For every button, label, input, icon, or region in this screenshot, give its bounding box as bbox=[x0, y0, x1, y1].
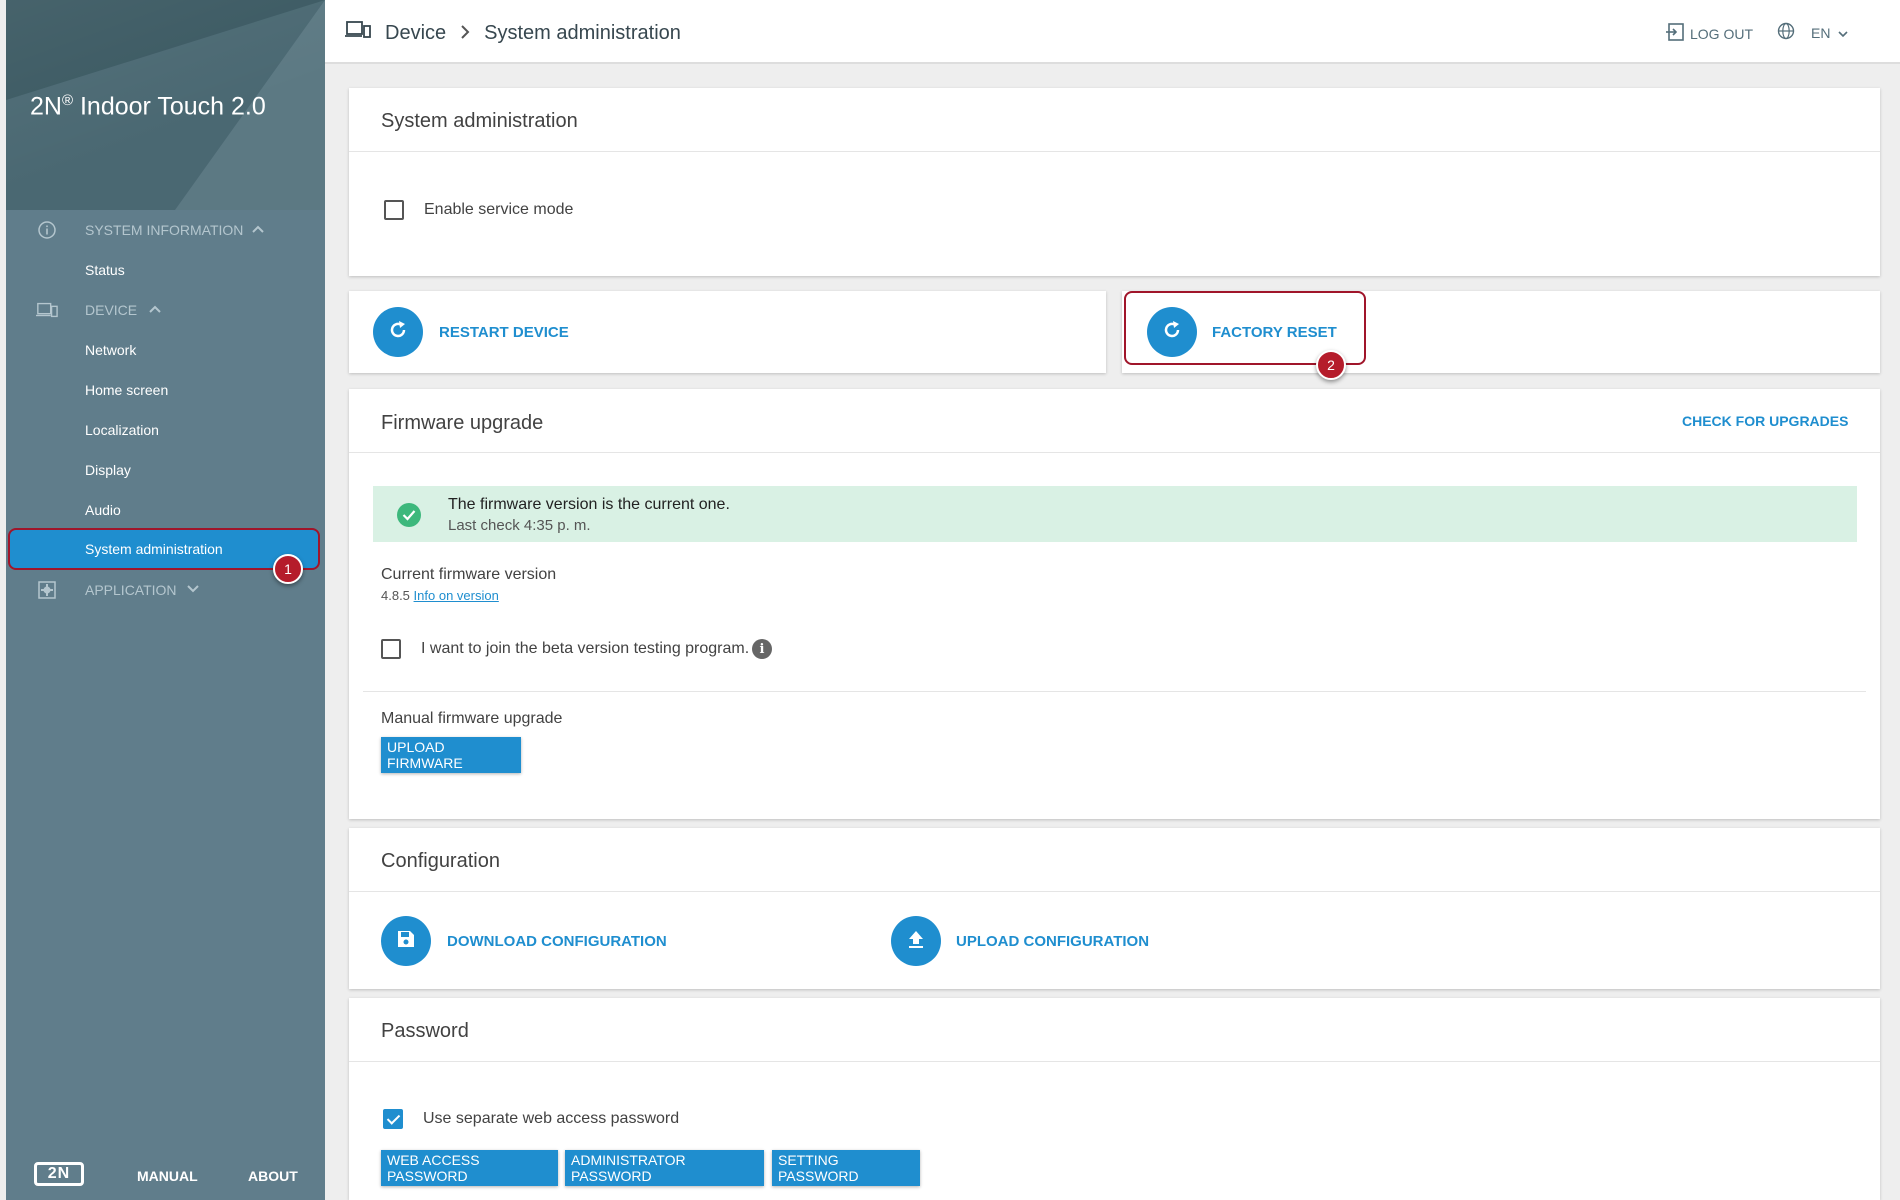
nav-section-label: APPLICATION bbox=[85, 582, 177, 598]
breadcrumb-current: System administration bbox=[484, 21, 681, 44]
configuration-card: Configuration DOWNLOAD CONFIGURATION UPL… bbox=[349, 828, 1880, 989]
nav-section-device[interactable]: DEVICE bbox=[6, 295, 325, 325]
sidebar-item-status[interactable]: Status bbox=[6, 254, 325, 286]
restart-card: RESTART DEVICE bbox=[349, 291, 1106, 373]
card-title: System administration bbox=[381, 110, 578, 132]
globe-icon bbox=[1777, 22, 1795, 43]
restart-label[interactable]: RESTART DEVICE bbox=[439, 324, 569, 341]
sidebar-footer: 2N MANUAL ABOUT bbox=[6, 1150, 325, 1200]
service-mode-label: Enable service mode bbox=[424, 201, 574, 218]
info-icon[interactable]: i bbox=[752, 639, 772, 659]
language-label: EN bbox=[1811, 24, 1831, 41]
card-title: Password bbox=[381, 1020, 469, 1042]
logout-icon bbox=[1665, 22, 1685, 45]
setting-password-button[interactable]: SETTING PASSWORD bbox=[772, 1150, 920, 1186]
firmware-status-banner: The firmware version is the current one.… bbox=[373, 486, 1857, 542]
chevron-down-icon bbox=[187, 584, 199, 596]
about-link[interactable]: ABOUT bbox=[248, 1168, 298, 1184]
nav-section-system-information[interactable]: SYSTEM INFORMATION bbox=[6, 215, 325, 245]
application-icon bbox=[36, 579, 58, 601]
current-firmware-label: Current firmware version bbox=[381, 566, 557, 583]
download-configuration-button[interactable] bbox=[381, 916, 431, 966]
current-firmware-version-row: 4.8.5 Info on version bbox=[381, 588, 499, 603]
upload-firmware-button[interactable]: UPLOAD FIRMWARE bbox=[381, 737, 521, 773]
check-upgrades-link[interactable]: CHECK FOR UPGRADES bbox=[1682, 413, 1848, 429]
sidebar: 2N® Indoor Touch 2.0 SYSTEM INFORMATION … bbox=[6, 0, 325, 1200]
sidebar-item-display[interactable]: Display bbox=[6, 454, 325, 486]
nav-section-label: DEVICE bbox=[85, 302, 138, 318]
app-title: 2N® Indoor Touch 2.0 bbox=[30, 92, 266, 121]
administrator-password-button[interactable]: ADMINISTRATOR PASSWORD bbox=[565, 1150, 764, 1186]
info-icon bbox=[36, 219, 58, 241]
service-mode-checkbox[interactable] bbox=[384, 200, 404, 220]
beta-program-checkbox[interactable] bbox=[381, 639, 401, 659]
nav-section-label: SYSTEM INFORMATION bbox=[85, 222, 244, 238]
language-selector[interactable]: EN bbox=[1777, 22, 1849, 43]
sidebar-item-network[interactable]: Network bbox=[6, 334, 325, 366]
nav-section-application[interactable]: APPLICATION bbox=[6, 575, 325, 605]
logout-button[interactable]: LOG OUT bbox=[1665, 22, 1753, 45]
beta-program-label: I want to join the beta version testing … bbox=[421, 640, 750, 657]
manual-link[interactable]: MANUAL bbox=[137, 1168, 198, 1184]
check-circle-icon bbox=[397, 503, 421, 527]
chevron-right-icon bbox=[460, 23, 470, 44]
sidebar-item-audio[interactable]: Audio bbox=[6, 494, 325, 526]
sidebar-item-localization[interactable]: Localization bbox=[6, 414, 325, 446]
password-card: Password Use separate web access passwor… bbox=[349, 998, 1880, 1200]
manual-upgrade-label: Manual firmware upgrade bbox=[381, 710, 563, 727]
info-on-version-link[interactable]: Info on version bbox=[414, 588, 499, 603]
sidebar-item-home-screen[interactable]: Home screen bbox=[6, 374, 325, 406]
brand-header: 2N® Indoor Touch 2.0 bbox=[6, 0, 325, 210]
upload-configuration-label[interactable]: UPLOAD CONFIGURATION bbox=[956, 933, 1149, 950]
top-bar: Device System administration LOG OUT EN bbox=[325, 0, 1900, 64]
refresh-icon bbox=[387, 319, 409, 346]
card-title: Firmware upgrade bbox=[381, 412, 544, 434]
chevron-up-icon bbox=[149, 304, 161, 316]
logout-label: LOG OUT bbox=[1690, 25, 1754, 42]
breadcrumb: Device System administration bbox=[345, 20, 681, 46]
firmware-status-text: The firmware version is the current one. bbox=[448, 496, 730, 513]
upload-icon bbox=[907, 929, 925, 954]
card-title: Configuration bbox=[381, 850, 500, 872]
chevron-down-icon bbox=[1838, 25, 1849, 41]
firmware-version: 4.8.5 bbox=[381, 588, 410, 603]
save-icon bbox=[396, 929, 416, 954]
annotation-badge-2: 2 bbox=[1316, 350, 1346, 380]
firmware-last-check: Last check 4:35 p. m. bbox=[448, 517, 591, 534]
device-icon bbox=[36, 299, 58, 321]
device-icon bbox=[345, 20, 371, 46]
2n-logo: 2N bbox=[34, 1162, 84, 1186]
separate-password-label: Use separate web access password bbox=[423, 1110, 680, 1127]
upload-configuration-button[interactable] bbox=[891, 916, 941, 966]
restart-button[interactable] bbox=[373, 307, 423, 357]
firmware-card: Firmware upgrade CHECK FOR UPGRADES The … bbox=[349, 389, 1880, 819]
breadcrumb-device[interactable]: Device bbox=[385, 22, 446, 45]
separate-password-checkbox[interactable] bbox=[383, 1109, 403, 1129]
download-configuration-label[interactable]: DOWNLOAD CONFIGURATION bbox=[447, 933, 667, 950]
web-access-password-button[interactable]: WEB ACCESS PASSWORD bbox=[381, 1150, 558, 1186]
chevron-up-icon bbox=[252, 224, 264, 236]
system-administration-card: System administration Enable service mod… bbox=[349, 88, 1880, 276]
